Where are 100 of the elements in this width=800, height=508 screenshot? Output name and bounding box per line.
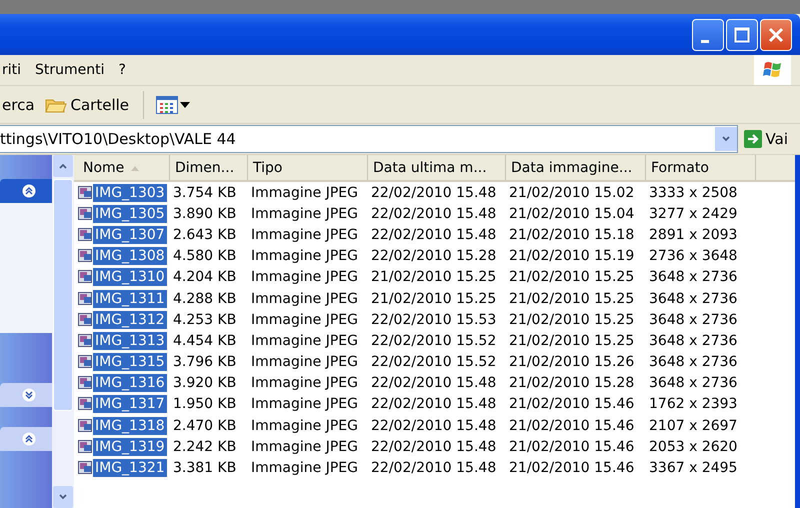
- table-cell-text: 4.288 KB: [172, 290, 238, 307]
- table-cell-text: 22/02/2010 15.48: [370, 418, 498, 434]
- table-cell-text: 22/02/2010 15.28: [370, 248, 498, 264]
- image-file-icon: [78, 397, 93, 412]
- file-name[interactable]: IMG_1321: [93, 459, 167, 478]
- image-file-icon: [78, 355, 93, 370]
- column-header[interactable]: Nome: [78, 155, 170, 180]
- dropdown-icon[interactable]: [714, 127, 737, 151]
- table-cell-text: 3648 x 2736: [648, 354, 738, 370]
- table-cell-text: 21/02/2010 15.18: [508, 226, 636, 243]
- table-cell-text: Immagine JPEG: [250, 332, 359, 349]
- column-header[interactable]: Data immagine...: [506, 155, 646, 180]
- scrollbar[interactable]: [52, 155, 74, 508]
- table-cell-text: 21/02/2010 15.28: [508, 375, 636, 392]
- table-cell-text: 2.643 KB: [172, 226, 238, 243]
- table-cell-text: 21/02/2010 15.26: [508, 354, 636, 370]
- table-cell-text: 4.204 KB: [172, 269, 238, 286]
- table-cell-text: 21/02/2010 15.04: [508, 206, 636, 222]
- scroll-up-button[interactable]: [53, 155, 73, 177]
- table-cell-text: 2.470 KB: [172, 418, 238, 434]
- table-cell-text: 3648 x 2736: [648, 269, 738, 286]
- folders-button[interactable]: Cartelle: [40, 94, 134, 116]
- column-header[interactable]: Formato: [646, 155, 756, 180]
- table-cell-text: 22/02/2010 15.52: [370, 354, 498, 370]
- column-header[interactable]: Tipo: [248, 155, 368, 180]
- file-name[interactable]: IMG_1305: [93, 204, 167, 223]
- table-cell-text: 3.890 KB: [172, 206, 238, 222]
- table-cell-text: 3.381 KB: [172, 460, 238, 476]
- table-cell-text: 21/02/2010 15.46: [508, 396, 636, 412]
- table-cell-text: Immagine JPEG: [250, 438, 359, 455]
- table-cell-text: 21/02/2010 15.46: [508, 438, 636, 455]
- file-name[interactable]: IMG_1311: [93, 290, 167, 308]
- file-name[interactable]: IMG_1308: [93, 247, 167, 266]
- file-name[interactable]: IMG_1315: [93, 353, 167, 372]
- table-cell-text: 3.754 KB: [172, 184, 238, 201]
- file-name[interactable]: IMG_1312: [93, 310, 167, 329]
- table-cell-text: 2736 x 3648: [648, 248, 738, 264]
- image-file-icon: [78, 334, 93, 348]
- file-name[interactable]: IMG_1303: [93, 184, 167, 202]
- table-cell-text: Immagine JPEG: [250, 206, 359, 222]
- file-name[interactable]: IMG_1316: [93, 374, 167, 392]
- table-cell-text: Immagine JPEG: [250, 418, 359, 434]
- table-cell-text: Immagine JPEG: [250, 184, 359, 201]
- file-name[interactable]: IMG_1307: [93, 226, 167, 244]
- maximize-button[interactable]: [726, 18, 758, 50]
- menu-item[interactable]: Strumenti: [35, 62, 105, 78]
- panel-header[interactable]: [0, 179, 52, 203]
- table-cell-text: 21/02/2010 15.46: [508, 460, 636, 476]
- table-cell-text: 22/02/2010 15.48: [370, 226, 498, 243]
- chevron-icon[interactable]: [22, 432, 36, 446]
- minimize-button[interactable]: [692, 18, 724, 50]
- close-button[interactable]: [760, 18, 792, 50]
- table-cell-text: 3.796 KB: [172, 354, 238, 370]
- table-cell-text: Immagine JPEG: [250, 396, 359, 412]
- chevron-icon[interactable]: [22, 388, 36, 402]
- search-button[interactable]: erca: [2, 96, 35, 114]
- table-cell-text: 21/02/2010 15.25: [370, 290, 498, 307]
- windows-logo: [754, 55, 791, 85]
- table-cell-text: 2.242 KB: [172, 438, 238, 455]
- table-cell-text: 21/02/2010 15.46: [508, 418, 636, 434]
- table-cell-text: 21/02/2010 15.25: [508, 290, 636, 307]
- table-cell-text: Immagine JPEG: [250, 248, 359, 264]
- file-name[interactable]: IMG_1318: [93, 416, 167, 435]
- file-name[interactable]: IMG_1317: [93, 395, 167, 414]
- table-cell-text: Immagine JPEG: [250, 354, 359, 370]
- maximize-icon: [732, 24, 752, 44]
- table-cell-text: 4.454 KB: [172, 332, 238, 349]
- scroll-down-button[interactable]: [53, 486, 73, 508]
- table-cell-text: 4.253 KB: [172, 312, 238, 328]
- table-cell-text: 2107 x 2697: [648, 418, 738, 434]
- table-cell-text: 2891 x 2093: [648, 226, 738, 243]
- image-file-icon: [78, 206, 93, 221]
- table-cell-text: 21/02/2010 15.25: [508, 269, 636, 286]
- address-field[interactable]: ttings\VITO10\Desktop\VALE 44: [0, 125, 738, 153]
- column-header[interactable]: Data ultima m...: [368, 155, 506, 180]
- menu-item[interactable]: ?: [118, 62, 126, 78]
- table-cell-text: 21/02/2010 15.25: [508, 312, 636, 328]
- table-cell-text: Immagine JPEG: [250, 312, 359, 328]
- image-file-icon: [78, 270, 93, 284]
- column-header[interactable]: Dimen...: [170, 155, 248, 180]
- image-file-icon: [78, 418, 93, 433]
- menu-item[interactable]: riti: [2, 62, 22, 78]
- file-name[interactable]: IMG_1310: [93, 268, 167, 286]
- views-button[interactable]: [154, 94, 192, 116]
- table-cell-text: 22/02/2010 15.48: [370, 184, 498, 201]
- table-cell-text: 1762 x 2393: [648, 396, 738, 412]
- table-cell-text: 22/02/2010 15.48: [370, 438, 498, 455]
- file-name[interactable]: IMG_1319: [93, 438, 167, 456]
- table-cell-text: Immagine JPEG: [250, 460, 359, 476]
- table-cell-text: Immagine JPEG: [250, 269, 359, 286]
- table-cell-text: 3648 x 2736: [648, 290, 738, 307]
- go-button[interactable]: Vai: [742, 130, 800, 148]
- table-cell-text: 22/02/2010 15.52: [370, 332, 498, 349]
- table-cell-text: 3648 x 2736: [648, 375, 738, 392]
- table-cell-text: Immagine JPEG: [250, 375, 359, 392]
- file-name[interactable]: IMG_1313: [93, 332, 167, 350]
- table-cell-text: 4.580 KB: [172, 248, 238, 264]
- table-cell-text: 21/02/2010 15.25: [508, 332, 636, 349]
- table-cell-text: 3367 x 2495: [648, 460, 738, 476]
- chevron-icon[interactable]: [22, 184, 36, 198]
